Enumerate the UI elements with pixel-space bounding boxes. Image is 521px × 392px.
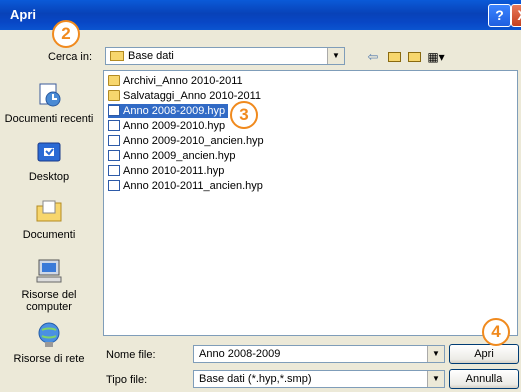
chevron-down-icon[interactable]: ▼	[427, 371, 444, 387]
recent-documents-icon	[39, 83, 61, 107]
filename-input[interactable]: Anno 2008-2009 ▼	[193, 345, 445, 363]
lookin-label: Cerca in:	[48, 51, 93, 63]
place-recent-documents[interactable]: Documenti recenti	[0, 80, 98, 125]
file-name: Anno 2009-2010_ancien.hyp	[123, 135, 264, 147]
filetype-value: Base dati (*.hyp,*.smp)	[199, 373, 312, 385]
place-label: Risorse di rete	[13, 353, 85, 365]
folder-icon	[108, 75, 120, 86]
file-name: Anno 2010-2011.hyp	[123, 165, 225, 177]
document-icon	[108, 150, 120, 161]
list-item[interactable]: Anno 2009-2010_ancien.hyp	[108, 134, 267, 148]
close-button[interactable]: X	[511, 4, 521, 27]
my-documents-icon	[36, 200, 62, 222]
file-name: Anno 2008-2009.hyp	[123, 105, 226, 117]
file-name: Salvataggi_Anno 2010-2011	[123, 90, 262, 102]
list-item[interactable]: Anno 2010-2011_ancien.hyp	[108, 179, 266, 193]
desktop-icon	[37, 142, 61, 162]
place-network[interactable]: Risorse di rete	[0, 320, 98, 365]
callout-3: 3	[230, 101, 258, 129]
help-button[interactable]: ?	[488, 4, 511, 27]
network-icon	[38, 322, 60, 347]
lookin-value: Base dati	[128, 50, 174, 62]
callout-4: 4	[482, 318, 510, 346]
place-desktop[interactable]: Desktop	[0, 138, 98, 183]
chevron-down-icon[interactable]: ▼	[327, 48, 344, 64]
place-label: Desktop	[28, 171, 70, 183]
filename-value: Anno 2008-2009	[199, 348, 281, 360]
list-item[interactable]: Archivi_Anno 2010-2011	[108, 74, 246, 88]
file-name: Archivi_Anno 2010-2011	[123, 75, 243, 87]
lookin-combo[interactable]: Base dati ▼	[105, 47, 345, 65]
open-button[interactable]: Apri	[449, 344, 519, 364]
callout-2: 2	[52, 20, 80, 48]
document-icon	[108, 135, 120, 146]
list-item-selected[interactable]: Anno 2008-2009.hyp	[108, 104, 229, 118]
place-label: Risorse del computer	[21, 289, 77, 313]
document-icon	[108, 165, 120, 176]
list-item[interactable]: Anno 2010-2011.hyp	[108, 164, 227, 178]
view-menu-icon[interactable]: ▦▾	[425, 48, 447, 66]
title-bar[interactable]: Apri ? X	[0, 0, 521, 30]
back-icon[interactable]: ⇦	[364, 48, 382, 66]
list-item[interactable]: Anno 2009-2010.hyp	[108, 119, 228, 133]
file-name: Anno 2009-2010.hyp	[123, 120, 226, 132]
list-item[interactable]: Anno 2009_ancien.hyp	[108, 149, 239, 163]
file-list[interactable]: Archivi_Anno 2010-2011 Salvataggi_Anno 2…	[103, 70, 518, 336]
place-my-documents[interactable]: Documenti	[0, 196, 98, 241]
file-name: Anno 2010-2011_ancien.hyp	[123, 180, 263, 192]
place-label: Documenti recenti	[4, 113, 94, 125]
file-name: Anno 2009_ancien.hyp	[123, 150, 236, 162]
cancel-button[interactable]: Annulla	[449, 369, 519, 389]
folder-icon	[108, 90, 120, 101]
place-label: Documenti	[22, 229, 76, 241]
document-icon	[108, 120, 120, 131]
new-folder-icon[interactable]	[405, 48, 423, 66]
filetype-label: Tipo file:	[106, 374, 148, 386]
document-icon	[108, 180, 120, 191]
chevron-down-icon[interactable]: ▼	[427, 346, 444, 362]
window-title: Apri	[10, 7, 36, 22]
folder-icon	[110, 51, 124, 61]
filetype-select[interactable]: Base dati (*.hyp,*.smp) ▼	[193, 370, 445, 388]
filename-label: Nome file:	[106, 349, 156, 361]
place-my-computer[interactable]: Risorse del computer	[0, 256, 98, 313]
up-folder-icon[interactable]	[385, 48, 403, 66]
document-icon	[108, 105, 120, 116]
places-bar: Documenti recenti Desktop Documenti Riso…	[0, 66, 98, 392]
my-computer-icon	[36, 259, 62, 283]
